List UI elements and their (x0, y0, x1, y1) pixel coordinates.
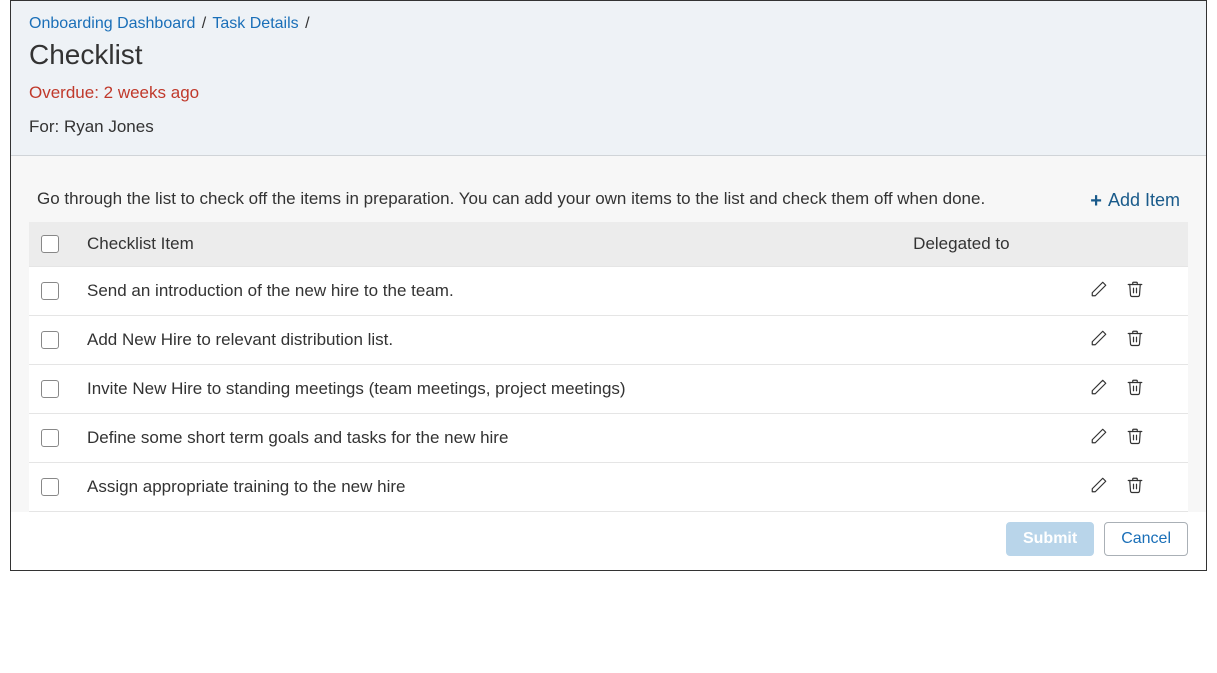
edit-icon[interactable] (1090, 329, 1108, 347)
row-item-text: Define some short term goals and tasks f… (75, 413, 901, 462)
for-person: For: Ryan Jones (29, 117, 1188, 137)
select-all-checkbox[interactable] (41, 235, 59, 253)
row-item-text: Send an introduction of the new hire to … (75, 266, 901, 315)
edit-icon[interactable] (1090, 427, 1108, 445)
row-delegated (901, 413, 1078, 462)
table-row: Define some short term goals and tasks f… (29, 413, 1188, 462)
row-checkbox[interactable] (41, 429, 59, 447)
submit-button[interactable]: Submit (1006, 522, 1094, 556)
breadcrumb-link-onboarding[interactable]: Onboarding Dashboard (29, 15, 195, 32)
plus-icon: + (1090, 191, 1102, 211)
breadcrumb-link-task-details[interactable]: Task Details (212, 15, 298, 32)
table-row: Assign appropriate training to the new h… (29, 462, 1188, 511)
row-delegated (901, 266, 1078, 315)
table-row: Send an introduction of the new hire to … (29, 266, 1188, 315)
row-checkbox[interactable] (41, 282, 59, 300)
trash-icon[interactable] (1126, 279, 1144, 299)
checklist-window: Onboarding Dashboard / Task Details / Ch… (10, 0, 1207, 571)
breadcrumb-separator: / (303, 15, 311, 32)
row-checkbox[interactable] (41, 478, 59, 496)
overdue-status: Overdue: 2 weeks ago (29, 83, 1188, 103)
edit-icon[interactable] (1090, 280, 1108, 298)
page-title: Checklist (29, 39, 1188, 71)
row-item-text: Assign appropriate training to the new h… (75, 462, 901, 511)
footer-actions: Submit Cancel (11, 512, 1206, 570)
row-checkbox[interactable] (41, 331, 59, 349)
breadcrumb: Onboarding Dashboard / Task Details / (29, 15, 1188, 33)
header-actions (1078, 222, 1188, 267)
header-item: Checklist Item (75, 222, 901, 267)
add-item-button[interactable]: + Add Item (1090, 190, 1180, 211)
trash-icon[interactable] (1126, 377, 1144, 397)
header-delegated: Delegated to (901, 222, 1078, 267)
row-checkbox[interactable] (41, 380, 59, 398)
breadcrumb-separator: / (200, 15, 208, 32)
table-row: Invite New Hire to standing meetings (te… (29, 364, 1188, 413)
add-item-label: Add Item (1108, 190, 1180, 211)
edit-icon[interactable] (1090, 476, 1108, 494)
row-delegated (901, 364, 1078, 413)
edit-icon[interactable] (1090, 378, 1108, 396)
table-header-row: Checklist Item Delegated to (29, 222, 1188, 267)
page-header: Onboarding Dashboard / Task Details / Ch… (11, 1, 1206, 156)
header-select-all (29, 222, 75, 267)
intro-text: Go through the list to check off the ite… (37, 186, 985, 212)
checklist-table: Checklist Item Delegated to Send an intr… (29, 222, 1188, 512)
row-delegated (901, 462, 1078, 511)
row-item-text: Invite New Hire to standing meetings (te… (75, 364, 901, 413)
body-area: Go through the list to check off the ite… (11, 156, 1206, 512)
trash-icon[interactable] (1126, 328, 1144, 348)
table-row: Add New Hire to relevant distribution li… (29, 315, 1188, 364)
row-item-text: Add New Hire to relevant distribution li… (75, 315, 901, 364)
row-delegated (901, 315, 1078, 364)
trash-icon[interactable] (1126, 475, 1144, 495)
trash-icon[interactable] (1126, 426, 1144, 446)
cancel-button[interactable]: Cancel (1104, 522, 1188, 556)
